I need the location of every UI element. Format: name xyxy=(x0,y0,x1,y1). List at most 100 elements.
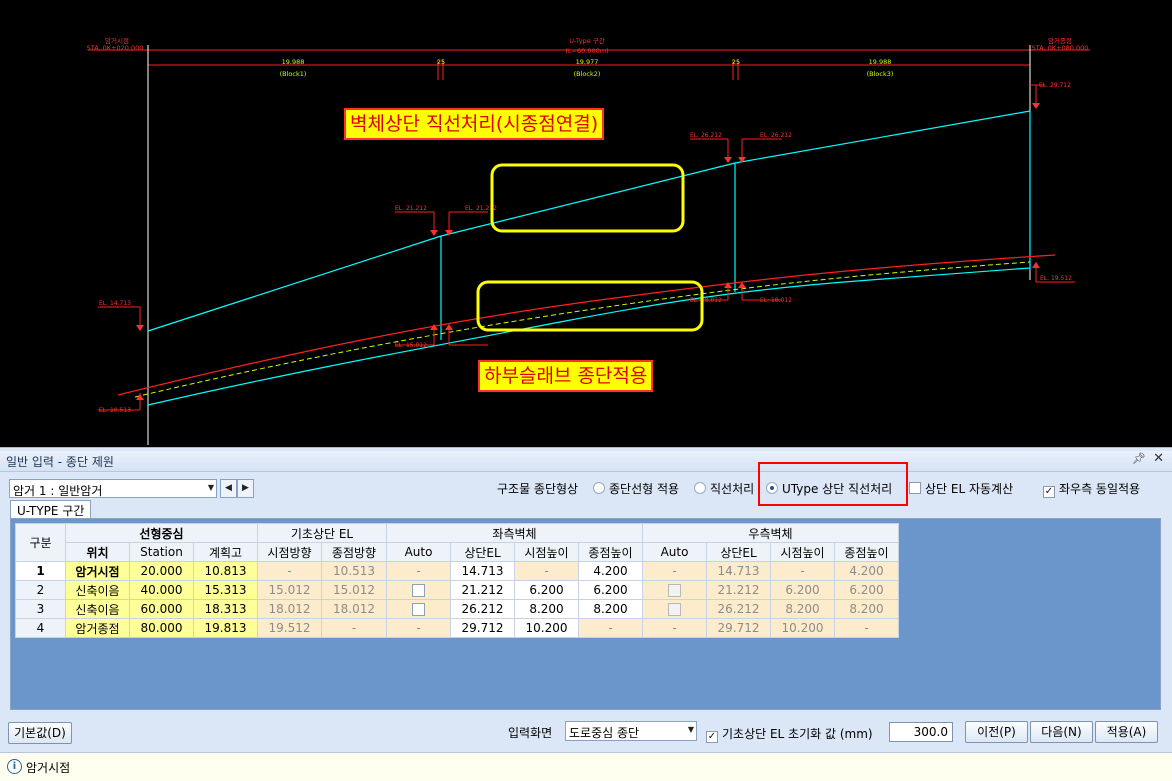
pin-icon[interactable]: 📌︎ xyxy=(1132,452,1146,465)
checkbox-icon[interactable] xyxy=(412,584,425,597)
same-both-checkbox[interactable]: ✓ 좌우측 동일적용 xyxy=(1043,480,1140,498)
radio-profile[interactable]: 종단선형 적용 xyxy=(593,480,679,497)
cad-viewport[interactable]: 암거시점 STA. 0K+020.000 암거종점 STA. 0K+080.00… xyxy=(0,0,1172,447)
cell-right-auto[interactable] xyxy=(642,580,707,600)
init-el-value-input[interactable]: 300.0 xyxy=(889,722,953,742)
cell-right-end[interactable]: 6.200 xyxy=(834,580,899,600)
cell-base-end[interactable]: - xyxy=(321,618,387,638)
cell-base-end[interactable]: 15.012 xyxy=(321,580,387,600)
cell-plan[interactable]: 15.313 xyxy=(193,580,258,600)
next-culvert-button[interactable]: ▶ xyxy=(237,479,254,498)
header-gubun: 구분 xyxy=(15,523,66,562)
cell-right-end[interactable]: 4.200 xyxy=(834,561,899,581)
shape-label: 구조물 종단형상 xyxy=(497,482,579,496)
cell-left-top[interactable]: 14.713 xyxy=(450,561,515,581)
cell-base-start[interactable]: 18.012 xyxy=(257,599,322,619)
cell-right-auto[interactable]: - xyxy=(642,561,707,581)
cell-plan[interactable]: 18.313 xyxy=(193,599,258,619)
header-start-h-left: 시점높이 xyxy=(514,542,579,562)
cell-station[interactable]: 80.000 xyxy=(129,618,194,638)
cell-left-start[interactable]: 6.200 xyxy=(514,580,579,600)
cell-base-end[interactable]: 18.012 xyxy=(321,599,387,619)
cell-right-end[interactable]: - xyxy=(834,618,899,638)
profile-table: 구분 선형중심 기초상단 EL 좌측벽체 우측벽체 위치 Station 계획고… xyxy=(15,523,899,638)
cell-left-start[interactable]: - xyxy=(514,561,579,581)
status-bar: i 암거시점 xyxy=(0,752,1172,781)
cell-left-start[interactable]: 8.200 xyxy=(514,599,579,619)
cell-base-start[interactable]: 19.512 xyxy=(257,618,322,638)
table-row[interactable]: 3 신축이음 60.000 18.313 18.012 18.012 26.21… xyxy=(15,599,899,619)
cell-right-start[interactable]: 6.200 xyxy=(770,580,835,600)
row-number[interactable]: 1 xyxy=(15,561,66,581)
cell-left-auto[interactable]: - xyxy=(386,561,451,581)
cell-right-top[interactable]: 26.212 xyxy=(706,599,771,619)
table-row[interactable]: 4 암거종점 80.000 19.813 19.512 - - 29.712 1… xyxy=(15,618,899,638)
prev-button[interactable]: 이전(P) xyxy=(965,721,1028,743)
cell-pos[interactable]: 신축이음 xyxy=(65,580,130,600)
radio-straight[interactable]: 직선처리 xyxy=(694,480,754,497)
next-button[interactable]: 다음(N) xyxy=(1030,721,1093,743)
close-icon[interactable]: ✕ xyxy=(1153,451,1164,466)
culvert-select[interactable]: 암거 1 : 일반암거 ▼ xyxy=(9,479,217,498)
checkbox-icon[interactable] xyxy=(668,584,681,597)
input-panel: 일반 입력 - 종단 제원 📌︎ ✕ 암거 1 : 일반암거 ▼ ◀ ▶ 구조물… xyxy=(0,447,1172,781)
cell-station[interactable]: 40.000 xyxy=(129,580,194,600)
cell-left-auto[interactable] xyxy=(386,599,451,619)
input-screen-select[interactable]: 도로중심 종단 ▼ xyxy=(565,721,697,741)
header-station: Station xyxy=(129,542,194,562)
cell-station[interactable]: 20.000 xyxy=(129,561,194,581)
default-button[interactable]: 기본값(D) xyxy=(8,722,72,744)
cell-left-end[interactable]: 8.200 xyxy=(578,599,643,619)
el-18012-left: EL. 18.012 xyxy=(690,297,722,304)
apply-button[interactable]: 적용(A) xyxy=(1095,721,1158,743)
cell-left-end[interactable]: 4.200 xyxy=(578,561,643,581)
cell-pos[interactable]: 신축이음 xyxy=(65,599,130,619)
cell-pos[interactable]: 암거종점 xyxy=(65,618,130,638)
cell-right-top[interactable]: 14.713 xyxy=(706,561,771,581)
cell-right-start[interactable]: 10.200 xyxy=(770,618,835,638)
panel-titlebar[interactable]: 일반 입력 - 종단 제원 📌︎ ✕ xyxy=(0,451,1172,472)
cell-base-end[interactable]: 10.513 xyxy=(321,561,387,581)
cell-left-auto[interactable] xyxy=(386,580,451,600)
checkbox-icon[interactable] xyxy=(412,603,425,616)
cell-right-start[interactable]: 8.200 xyxy=(770,599,835,619)
highlight-utype-option xyxy=(758,462,908,506)
highlight-bottom-box xyxy=(476,280,704,332)
checkbox-icon xyxy=(909,482,921,494)
auto-el-label: 상단 EL 자동계산 xyxy=(925,482,1014,496)
cell-left-start[interactable]: 10.200 xyxy=(514,618,579,638)
header-end-h-right: 종점높이 xyxy=(834,542,899,562)
table-row[interactable]: 1 암거시점 20.000 10.813 - 10.513 - 14.713 -… xyxy=(15,561,899,581)
cell-plan[interactable]: 10.813 xyxy=(193,561,258,581)
cell-left-top[interactable]: 21.212 xyxy=(450,580,515,600)
cell-right-top[interactable]: 29.712 xyxy=(706,618,771,638)
cell-left-auto[interactable]: - xyxy=(386,618,451,638)
info-icon: i xyxy=(7,759,22,774)
cell-left-end[interactable]: 6.200 xyxy=(578,580,643,600)
cell-plan[interactable]: 19.813 xyxy=(193,618,258,638)
cell-pos[interactable]: 암거시점 xyxy=(65,561,130,581)
checkbox-icon[interactable] xyxy=(668,603,681,616)
prev-culvert-button[interactable]: ◀ xyxy=(220,479,237,498)
row-number[interactable]: 3 xyxy=(15,599,66,619)
auto-el-checkbox[interactable]: 상단 EL 자동계산 xyxy=(909,480,1013,497)
cell-right-start[interactable]: - xyxy=(770,561,835,581)
cell-right-auto[interactable]: - xyxy=(642,618,707,638)
init-el-checkbox[interactable]: ✓ 기초상단 EL 초기화 값 (mm) xyxy=(706,725,873,743)
cell-right-end[interactable]: 8.200 xyxy=(834,599,899,619)
header-auto-right: Auto xyxy=(642,542,707,562)
checkmark-icon: ✓ xyxy=(706,731,718,743)
cell-right-top[interactable]: 21.212 xyxy=(706,580,771,600)
cell-left-top[interactable]: 26.212 xyxy=(450,599,515,619)
cell-left-top[interactable]: 29.712 xyxy=(450,618,515,638)
cell-right-auto[interactable] xyxy=(642,599,707,619)
joint1-label: 25 xyxy=(437,58,445,66)
row-number[interactable]: 4 xyxy=(15,618,66,638)
cell-base-start[interactable]: - xyxy=(257,561,322,581)
table-row[interactable]: 2 신축이음 40.000 15.313 15.012 15.012 21.21… xyxy=(15,580,899,600)
cell-base-start[interactable]: 15.012 xyxy=(257,580,322,600)
row-number[interactable]: 2 xyxy=(15,580,66,600)
cell-left-end[interactable]: - xyxy=(578,618,643,638)
tab-utype[interactable]: U-TYPE 구간 xyxy=(10,500,92,520)
cell-station[interactable]: 60.000 xyxy=(129,599,194,619)
